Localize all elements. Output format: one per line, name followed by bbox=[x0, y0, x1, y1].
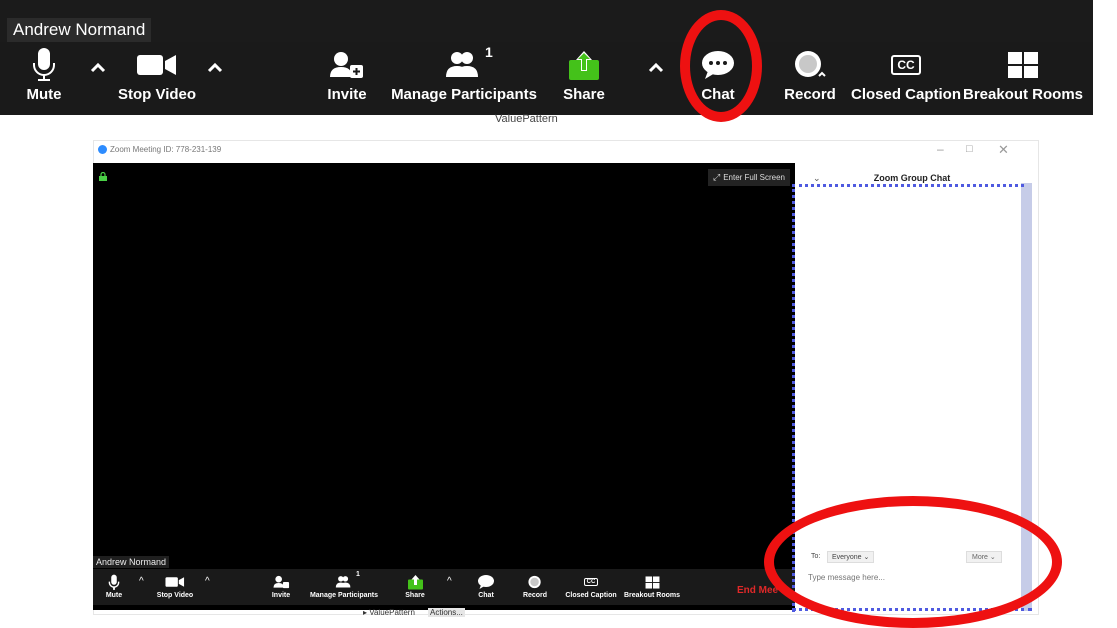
closed-caption-icon: CC bbox=[891, 44, 921, 86]
chat-bubble-icon bbox=[477, 572, 495, 592]
share-label: Share bbox=[405, 592, 425, 599]
chevron-up-icon[interactable] bbox=[205, 58, 225, 78]
minimize-button[interactable]: – bbox=[937, 142, 944, 156]
mute-label: Mute bbox=[26, 86, 62, 103]
breakout-rooms-label: Breakout Rooms bbox=[623, 592, 680, 599]
record-label: Record bbox=[784, 86, 836, 103]
chevron-up-icon[interactable] bbox=[646, 58, 666, 78]
participant-name-label: Andrew Normand bbox=[7, 18, 152, 42]
close-button[interactable]: ✕ bbox=[998, 142, 1009, 158]
invite-label: Invite bbox=[271, 592, 291, 599]
closed-caption-button[interactable]: CC Closed Caption bbox=[562, 572, 620, 606]
participant-name-label: Andrew Normand bbox=[93, 556, 170, 568]
stop-video-button[interactable]: Stop Video bbox=[152, 572, 198, 606]
lock-icon bbox=[99, 172, 107, 181]
invite-button[interactable]: Invite bbox=[268, 572, 294, 606]
mute-button[interactable]: Mute bbox=[20, 44, 68, 114]
stop-video-label: Stop Video bbox=[156, 592, 194, 599]
invite-button[interactable]: Invite bbox=[322, 44, 372, 114]
closed-caption-icon: CC bbox=[583, 572, 599, 592]
background-text: ▸ ValuePattern bbox=[363, 608, 415, 617]
share-arrow-icon bbox=[407, 572, 424, 592]
annotation-circle-chat-input bbox=[764, 496, 1062, 628]
zoom-logo-icon bbox=[98, 145, 107, 154]
meeting-toolbar bbox=[93, 569, 795, 605]
closed-caption-label: Closed Caption bbox=[565, 592, 617, 599]
record-icon bbox=[527, 572, 544, 592]
video-area bbox=[93, 163, 795, 610]
actions-button[interactable]: Actions... bbox=[428, 608, 465, 617]
chat-label: Chat bbox=[478, 592, 494, 599]
chevron-up-icon[interactable]: ^ bbox=[447, 576, 452, 587]
maximize-button[interactable]: □ bbox=[966, 143, 973, 155]
chat-button[interactable]: Chat bbox=[474, 572, 498, 606]
closed-caption-button[interactable]: CC Closed Caption bbox=[851, 44, 961, 114]
chevron-down-icon[interactable]: ⌄ bbox=[813, 173, 821, 184]
enter-full-screen-label: Enter Full Screen bbox=[723, 173, 785, 182]
top-name-strip bbox=[0, 0, 1093, 42]
participants-icon bbox=[442, 44, 486, 86]
record-icon bbox=[792, 44, 828, 86]
add-person-icon bbox=[272, 572, 290, 592]
invite-label: Invite bbox=[327, 86, 367, 103]
participants-count: 1 bbox=[485, 44, 493, 60]
breakout-rooms-button[interactable]: Breakout Rooms bbox=[963, 44, 1083, 114]
mute-label: Mute bbox=[105, 592, 123, 599]
manage-participants-button[interactable]: Manage Participants bbox=[304, 572, 384, 606]
chevron-up-icon[interactable] bbox=[88, 58, 108, 78]
window-title: Zoom Meeting ID: 778-231-139 bbox=[110, 145, 222, 154]
end-meeting-button[interactable]: End Mee bbox=[737, 585, 778, 596]
microphone-icon bbox=[31, 44, 57, 86]
breakout-grid-icon bbox=[645, 572, 660, 592]
participants-icon bbox=[334, 572, 354, 592]
stop-video-label: Stop Video bbox=[117, 86, 197, 103]
stop-video-button[interactable]: Stop Video bbox=[115, 44, 199, 114]
breakout-grid-icon bbox=[1007, 44, 1039, 86]
closed-caption-label: Closed Caption bbox=[851, 86, 962, 103]
record-button[interactable]: Record bbox=[521, 572, 549, 606]
record-button[interactable]: Record bbox=[784, 44, 836, 114]
expand-icon: ⤢ bbox=[712, 172, 721, 182]
manage-participants-button[interactable]: Manage Participants bbox=[391, 44, 537, 114]
record-label: Record bbox=[522, 592, 548, 599]
breakout-rooms-button[interactable]: Breakout Rooms bbox=[622, 572, 682, 606]
manage-participants-label: Manage Participants bbox=[391, 86, 537, 103]
add-person-icon bbox=[329, 44, 365, 86]
chevron-up-icon[interactable]: ^ bbox=[139, 576, 144, 587]
background-text: ValuePattern bbox=[495, 113, 558, 125]
video-camera-icon bbox=[165, 572, 185, 592]
chevron-up-icon[interactable]: ^ bbox=[205, 576, 210, 587]
annotation-circle-chat bbox=[680, 10, 762, 122]
share-button[interactable]: Share bbox=[402, 572, 428, 606]
video-camera-icon bbox=[136, 44, 178, 86]
microphone-icon bbox=[108, 572, 120, 592]
participants-count: 1 bbox=[356, 571, 360, 578]
manage-participants-label: Manage Participants bbox=[309, 592, 379, 599]
mute-button[interactable]: Mute bbox=[102, 572, 126, 606]
share-button[interactable]: Share bbox=[562, 44, 606, 114]
share-arrow-icon bbox=[567, 44, 601, 86]
breakout-rooms-label: Breakout Rooms bbox=[962, 86, 1084, 103]
share-label: Share bbox=[563, 86, 605, 103]
enter-full-screen-button[interactable]: ⤢ Enter Full Screen bbox=[708, 169, 790, 186]
chat-panel-title: Zoom Group Chat bbox=[873, 173, 951, 183]
focus-outline bbox=[799, 184, 1024, 187]
